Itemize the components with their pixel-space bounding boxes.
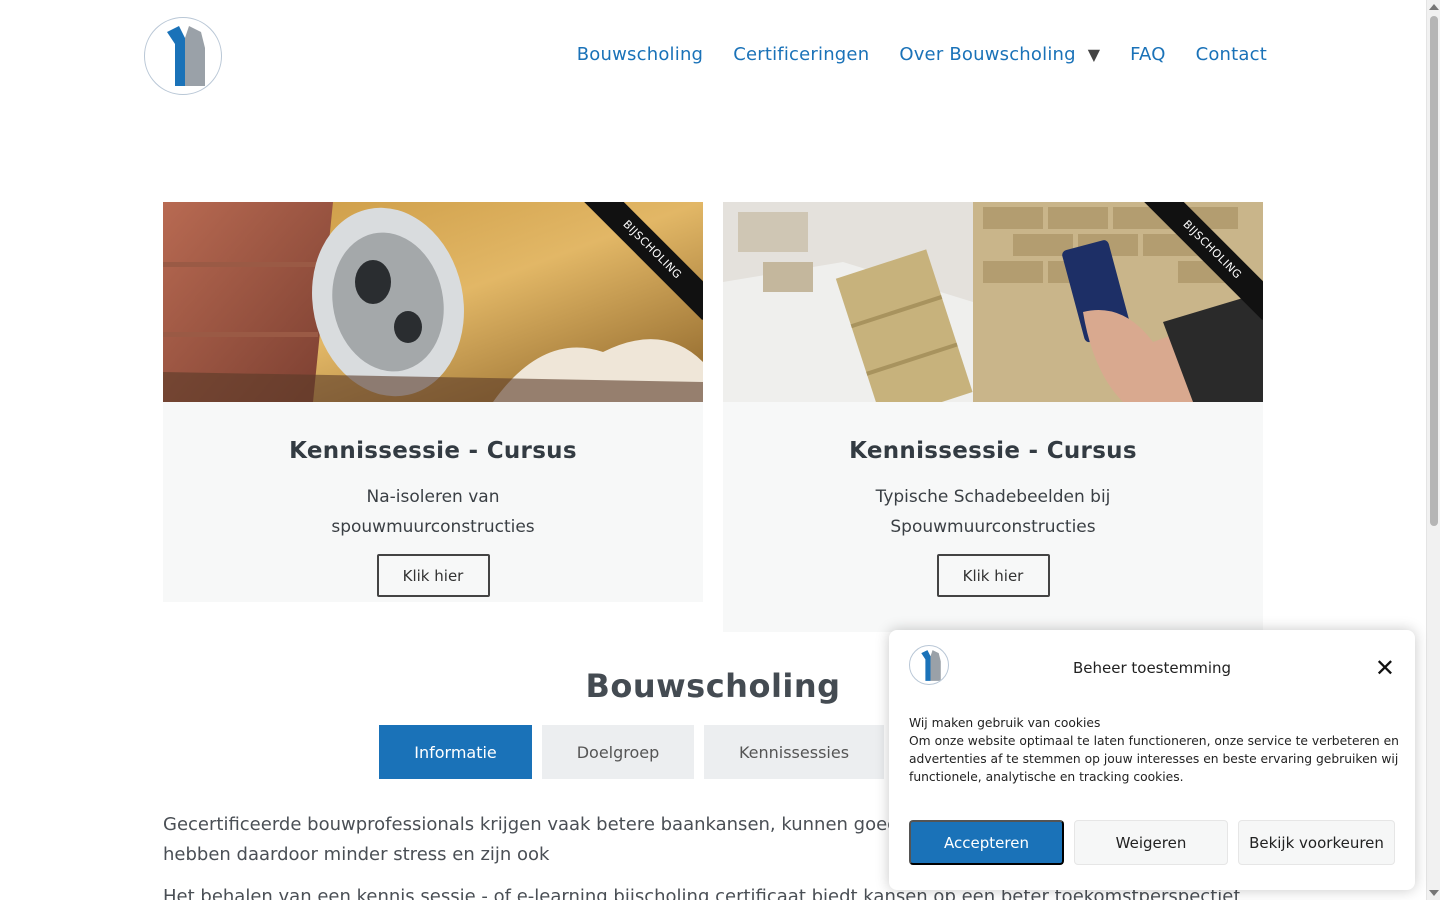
site-header: Bouwscholing Certificeringen Over Bouwsc… xyxy=(0,0,1426,112)
scrollbar-thumb[interactable] xyxy=(1430,16,1438,526)
card-title: Kennissessie - Cursus xyxy=(289,438,577,464)
scroll-down-icon[interactable] xyxy=(1429,890,1439,896)
consent-title: Beheer toestemming xyxy=(1072,659,1232,677)
nav-certificeringen[interactable]: Certificeringen xyxy=(733,44,869,65)
main-nav: Bouwscholing Certificeringen Over Bouwsc… xyxy=(547,44,1267,65)
course-card-2: BIJSCHOLING Kennissessie - Cursus Typisc… xyxy=(723,202,1263,632)
card-subtitle: Typische Schadebeelden bij Spouwmuurcons… xyxy=(875,487,1111,537)
ribbon-label: BIJSCHOLING xyxy=(583,202,703,321)
preferences-button[interactable]: Bekijk voorkeuren xyxy=(1238,820,1395,865)
ribbon: BIJSCHOLING xyxy=(583,202,703,322)
close-icon[interactable]: ✕ xyxy=(1375,656,1395,680)
course-image-damage[interactable]: BIJSCHOLING xyxy=(723,202,1263,402)
nav-contact[interactable]: Contact xyxy=(1196,44,1267,65)
ribbon-label: BIJSCHOLING xyxy=(1143,202,1263,321)
tab-doelgroep[interactable]: Doelgroep xyxy=(542,725,694,779)
cookie-consent-dialog: Beheer toestemming ✕ Wij maken gebruik v… xyxy=(889,630,1415,890)
klik-hier-button[interactable]: Klik hier xyxy=(376,554,490,597)
triangle-down-icon[interactable]: ▼ xyxy=(1088,45,1100,64)
site-logo[interactable] xyxy=(144,17,222,95)
course-card-1: BIJSCHOLING Kennissessie - Cursus Na-iso… xyxy=(163,202,703,602)
nav-faq[interactable]: FAQ xyxy=(1130,44,1165,65)
consent-text: Wij maken gebruik van cookies Om onze we… xyxy=(909,714,1399,786)
klik-hier-button[interactable]: Klik hier xyxy=(936,554,1050,597)
logo-icon xyxy=(167,26,205,86)
scroll-up-icon[interactable] xyxy=(1429,4,1439,10)
page-scrollbar[interactable] xyxy=(1426,0,1440,900)
tab-kennissessies[interactable]: Kennissessies xyxy=(704,725,884,779)
section-tabs: Informatie Doelgroep Kennissessies xyxy=(379,725,894,779)
card-subtitle: Na-isoleren van spouwmuurconstructies xyxy=(331,487,535,537)
nav-bouwscholing[interactable]: Bouwscholing xyxy=(577,44,703,65)
ribbon: BIJSCHOLING xyxy=(1143,202,1263,322)
accept-button[interactable]: Accepteren xyxy=(909,820,1064,865)
consent-heading: Wij maken gebruik van cookies xyxy=(909,716,1101,730)
tab-informatie[interactable]: Informatie xyxy=(379,725,532,779)
nav-over-bouwscholing[interactable]: Over Bouwscholing xyxy=(899,44,1075,65)
consent-description: Om onze website optimaal te laten functi… xyxy=(909,734,1399,784)
card-title: Kennissessie - Cursus xyxy=(849,438,1137,464)
course-image-insulation[interactable]: BIJSCHOLING xyxy=(163,202,703,402)
deny-button[interactable]: Weigeren xyxy=(1074,820,1228,865)
